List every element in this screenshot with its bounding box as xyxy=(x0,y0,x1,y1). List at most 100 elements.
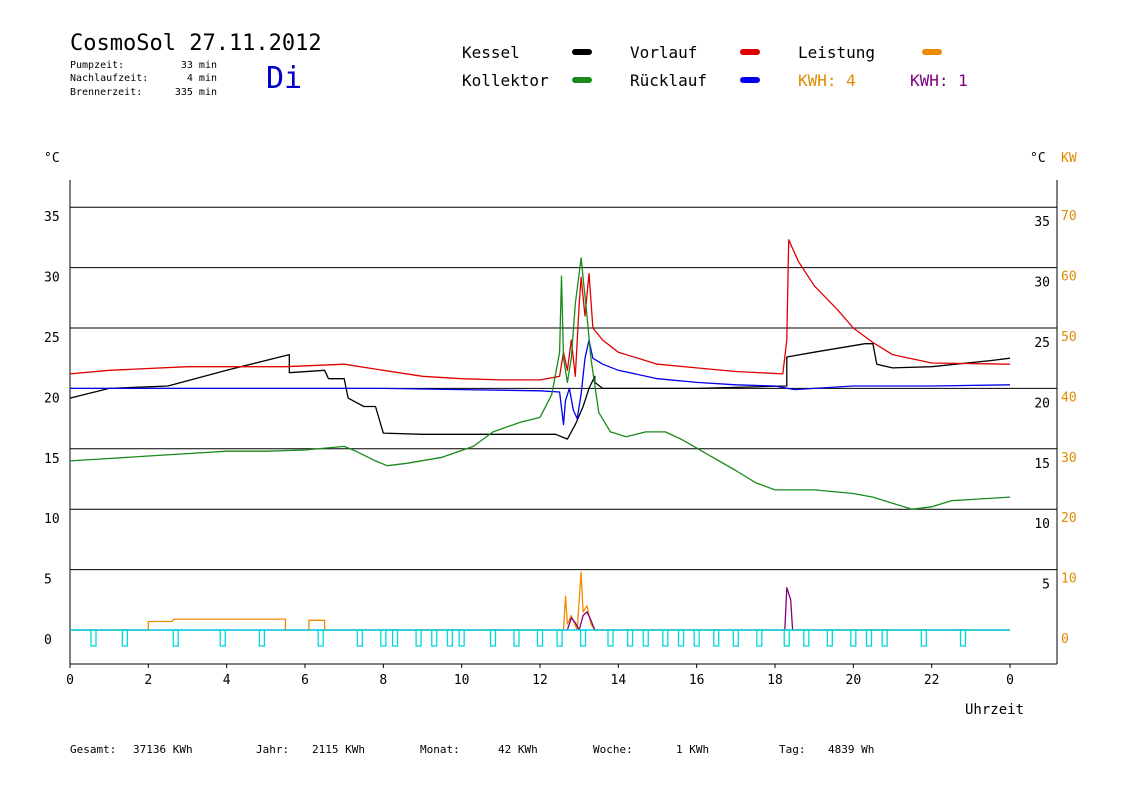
y-tick-label-kw: 10 xyxy=(1061,572,1077,587)
x-tick-label: 6 xyxy=(301,673,309,688)
pump-pulse xyxy=(458,629,465,647)
stat-value: 33 min xyxy=(181,60,217,71)
footer-value: 37136 KWh xyxy=(133,743,193,756)
pump-pulse xyxy=(732,629,739,647)
y-tick-label-left: 35 xyxy=(44,210,60,225)
series-line xyxy=(69,257,1011,510)
x-tick-label: 14 xyxy=(611,673,627,688)
pump-pulse xyxy=(803,629,810,647)
legend-label: Kollektor xyxy=(462,71,549,90)
legend-swatch xyxy=(572,77,592,83)
footer-label: Jahr: xyxy=(256,743,289,756)
series-line xyxy=(69,239,1011,381)
pump-pulse xyxy=(391,629,399,647)
stat-value: 335 min xyxy=(175,87,217,98)
pump-pulse xyxy=(959,629,967,647)
pump-pulse xyxy=(626,629,634,647)
x-tick-label: 16 xyxy=(689,673,705,688)
pump-pulse xyxy=(446,629,454,647)
y-tick-label-right: 20 xyxy=(1034,396,1050,411)
y-tick-label-right: 35 xyxy=(1034,215,1050,230)
x-tick-label: 0 xyxy=(1006,673,1014,688)
y-tick-label-right: 5 xyxy=(1042,578,1050,593)
x-tick-label: 4 xyxy=(223,673,231,688)
footer-value: 1 KWh xyxy=(676,743,709,756)
series-line xyxy=(70,587,1010,631)
legend-swatch xyxy=(740,77,760,83)
pump-pulse xyxy=(693,629,700,647)
legend-label: Leistung xyxy=(798,43,875,62)
stat-value: 4 min xyxy=(187,73,217,84)
y-tick-label-left: 25 xyxy=(44,331,60,346)
y-tick-label-left: 10 xyxy=(44,512,60,527)
pump-pulse xyxy=(881,629,888,647)
kwh-label: KWH: 1 xyxy=(910,71,968,90)
y-tick-label-kw: 70 xyxy=(1061,209,1077,224)
x-tick-label: 18 xyxy=(767,673,783,688)
legend-swatch xyxy=(922,49,942,55)
legend-swatch xyxy=(572,49,592,55)
pump-pulse xyxy=(865,629,873,647)
pump-pulse xyxy=(380,629,387,647)
stat-label: Brennerzeit: xyxy=(70,87,142,98)
legend-label: Kessel xyxy=(462,43,520,62)
footer-totals: Gesamt: 37136 KWh Jahr: 2115 KWh Monat: … xyxy=(70,743,874,756)
pump-pulse xyxy=(317,629,324,647)
chart-canvas: CosmoSol 27.11.2012 Di Pumpzeit: 33 min … xyxy=(44,31,1077,756)
pump-pulse xyxy=(920,629,927,647)
y-tick-label-left: 15 xyxy=(44,452,60,467)
y-tick-label-kw: 0 xyxy=(1061,632,1069,647)
pump-pulse xyxy=(756,629,763,647)
pump-pulse xyxy=(121,629,128,647)
legend-label: Rücklauf xyxy=(630,71,707,90)
kwh-label: KWH: 4 xyxy=(798,71,856,90)
pump-pulse xyxy=(356,629,363,647)
pump-pulse xyxy=(677,629,685,647)
pump-pulse xyxy=(172,629,179,647)
y-tick-label-left: 30 xyxy=(44,271,60,286)
y-tick-label-kw: 30 xyxy=(1061,451,1077,466)
pump-pulse xyxy=(662,629,669,647)
y-tick-label-right: 15 xyxy=(1034,457,1050,472)
pump-pulse xyxy=(513,629,520,647)
x-tick-label: 2 xyxy=(144,673,152,688)
stat-label: Pumpzeit: xyxy=(70,60,124,71)
x-tick-label: 22 xyxy=(924,673,940,688)
plot-area: 0510152025303551015202530350102030405060… xyxy=(44,180,1077,688)
y-tick-label-left: 5 xyxy=(44,573,52,588)
pump-pulse xyxy=(850,629,857,647)
pump-pulse xyxy=(536,629,544,647)
pump-pulse xyxy=(90,629,97,647)
weekday-label: Di xyxy=(266,61,302,96)
stat-label: Nachlaufzeit: xyxy=(70,73,148,84)
y-tick-label-kw: 50 xyxy=(1061,330,1077,345)
footer-label: Woche: xyxy=(593,743,633,756)
y-tick-label-right: 30 xyxy=(1034,276,1050,291)
pump-pulse xyxy=(579,629,587,647)
series-line xyxy=(70,571,1010,631)
series-line xyxy=(70,339,1011,426)
y-tick-label-left: 20 xyxy=(44,391,60,406)
x-tick-label: 10 xyxy=(454,673,470,688)
footer-label: Tag: xyxy=(779,743,806,756)
y-tick-label-right: 10 xyxy=(1034,517,1050,532)
y-tick-label-right: 25 xyxy=(1034,336,1050,351)
y-tick-label-kw: 40 xyxy=(1061,390,1077,405)
legend: Kessel Vorlauf Leistung Kollektor Rückla… xyxy=(462,43,968,90)
pump-pulse xyxy=(258,629,266,647)
pump-pulse xyxy=(489,629,497,647)
footer-label: Gesamt: xyxy=(70,743,116,756)
pump-pulse xyxy=(219,629,226,647)
footer-value: 4839 Wh xyxy=(828,743,874,756)
x-tick-label: 0 xyxy=(66,673,74,688)
pump-pulse xyxy=(783,629,790,647)
stats-block: Pumpzeit: 33 min Nachlaufzeit: 4 min Bre… xyxy=(70,60,217,98)
footer-value: 42 KWh xyxy=(498,743,538,756)
footer-value: 2115 KWh xyxy=(312,743,365,756)
x-tick-label: 12 xyxy=(532,673,548,688)
x-tick-label: 20 xyxy=(846,673,862,688)
legend-swatch xyxy=(740,49,760,55)
footer-label: Monat: xyxy=(420,743,460,756)
y-tick-label-kw: 60 xyxy=(1061,270,1077,285)
pump-pulse xyxy=(607,629,614,647)
